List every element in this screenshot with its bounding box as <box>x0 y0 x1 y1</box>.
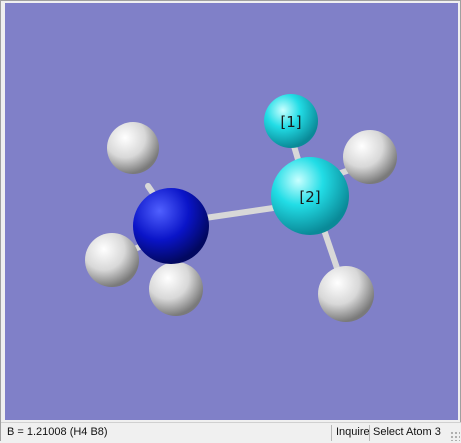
hydrogen-atom-h-right[interactable] <box>343 130 397 184</box>
hydrogen-atom-h-top-left[interactable] <box>107 122 159 174</box>
status-divider <box>331 425 332 441</box>
molecule-viewer-window: [1] [2] B = 1.21008 (H4 B8) Inquire Sele… <box>0 0 461 443</box>
atom-label-2: [2] <box>299 188 320 206</box>
status-divider <box>369 425 370 441</box>
resize-grip-icon[interactable] <box>450 431 460 441</box>
molecule-canvas[interactable]: [1] [2] <box>5 3 458 420</box>
hydrogen-atom-h-bottom-left[interactable] <box>149 262 203 316</box>
molecule-viewport[interactable]: [1] [2] <box>5 3 458 420</box>
nitrogen-atom[interactable] <box>133 188 209 264</box>
bond-b-h-bottom-right <box>320 224 341 274</box>
status-select-hint: Select Atom 3 <box>373 426 441 438</box>
atom-label-1: [1] <box>280 113 301 131</box>
status-bar: B = 1.21008 (H4 B8) Inquire Select Atom … <box>1 422 461 443</box>
hydrogen-atom-h-left[interactable] <box>85 233 139 287</box>
hydrogen-atom-h-bottom-right[interactable] <box>318 266 374 322</box>
status-message: B = 1.21008 (H4 B8) <box>7 426 108 438</box>
status-mode: Inquire <box>336 426 370 438</box>
